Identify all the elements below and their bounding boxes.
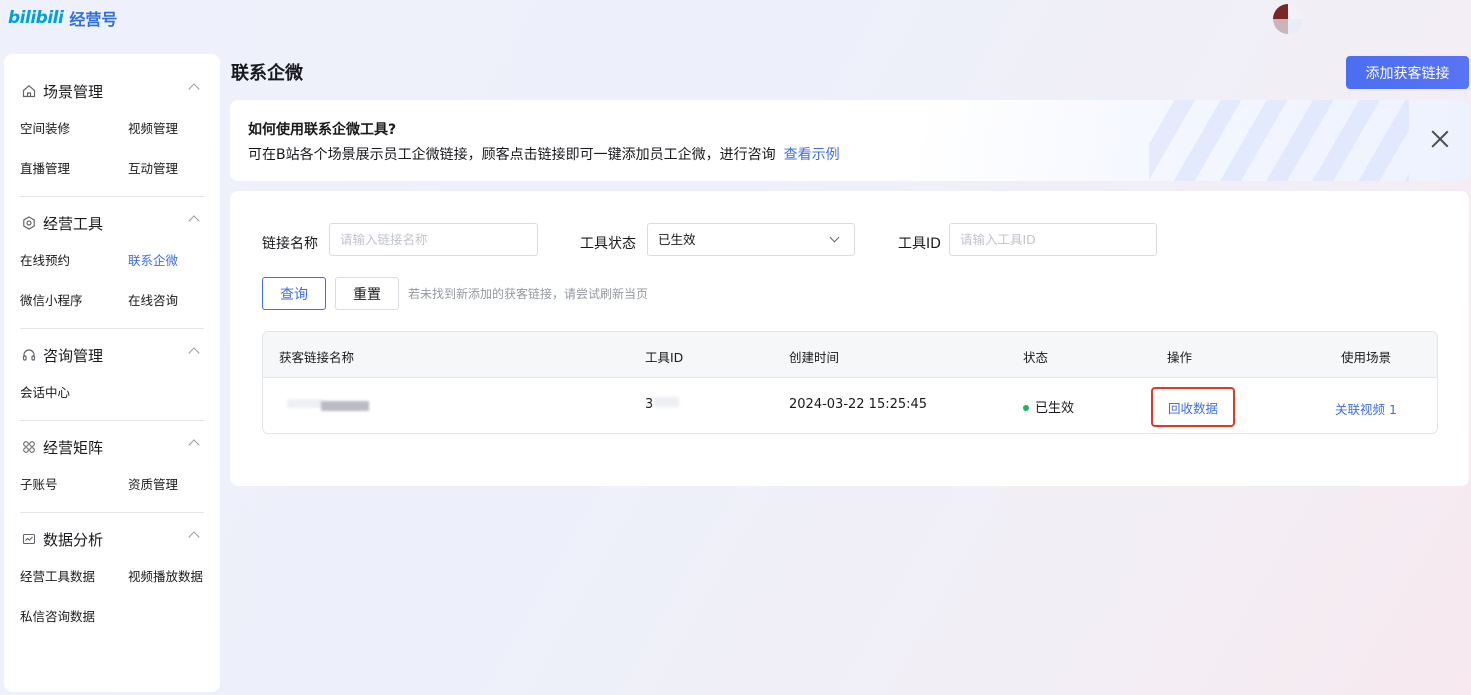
- bilibili-logo: bilibili: [8, 8, 64, 28]
- sidebar-group-header[interactable]: 场景管理: [4, 73, 220, 109]
- chevron-up-icon[interactable]: [188, 531, 200, 543]
- status-label: 工具状态: [580, 236, 636, 252]
- status-dot: [1023, 404, 1029, 411]
- product-name: 经营号: [69, 10, 118, 29]
- sidebar-group-consult: 咨询管理 会话中心: [4, 337, 220, 413]
- status-text: 已生效: [1035, 401, 1075, 416]
- redacted-name: [321, 401, 369, 411]
- content-card: 链接名称 请输入链接名称 工具状态 已生效 工具ID 请输入工具ID 查询 重置…: [230, 191, 1469, 486]
- sidebar-item-online-booking[interactable]: 在线预约: [20, 241, 128, 281]
- table-row: 3 2024-03-22 15:25:45 已生效 回收数据 关联视频 1: [263, 377, 1437, 433]
- divider: [20, 196, 204, 197]
- reset-button[interactable]: 重置: [335, 277, 399, 310]
- chevron-up-icon[interactable]: [188, 347, 200, 359]
- sidebar-item-interaction-manage[interactable]: 互动管理: [128, 149, 228, 189]
- tool-id-input[interactable]: 请输入工具ID: [949, 223, 1157, 256]
- created-time-cell: 2024-03-22 15:25:45: [789, 397, 928, 412]
- tip-description: 可在B站各个场景展示员工企微链接，顾客点击链接即可一键添加员工企微，进行咨询: [248, 147, 776, 163]
- sidebar-group-header[interactable]: 经营矩阵: [4, 429, 220, 465]
- logo[interactable]: bilibili 经营号: [8, 6, 117, 30]
- sidebar-item-contact-wecom[interactable]: 联系企微: [128, 241, 228, 281]
- chevron-up-icon[interactable]: [188, 439, 200, 451]
- sidebar-group-header[interactable]: 咨询管理: [4, 337, 220, 373]
- divider: [20, 420, 204, 421]
- column-header: 工具ID: [645, 350, 684, 365]
- sidebar-item-live-manage[interactable]: 直播管理: [20, 149, 128, 189]
- sidebar-item-chat-center[interactable]: 会话中心: [20, 373, 128, 413]
- links-table: 获客链接名称 工具ID 创建时间 状态 操作 使用场景 3 2024-03-22…: [262, 331, 1438, 434]
- close-icon[interactable]: [1431, 130, 1449, 148]
- refresh-hint: 若未找到新添加的获客链接，请尝试刷新当页: [408, 287, 649, 301]
- status-cell: 已生效: [1023, 397, 1074, 416]
- sidebar: 场景管理 空间装修 视频管理 直播管理 互动管理 经营工具 在线预约 联系企微 …: [4, 54, 220, 692]
- chevron-up-icon[interactable]: [188, 83, 200, 95]
- chart-icon: [21, 532, 36, 547]
- divider: [20, 328, 204, 329]
- column-header: 使用场景: [1341, 350, 1392, 365]
- sidebar-group-header[interactable]: 数据分析: [4, 521, 220, 557]
- sidebar-item-video-play-data[interactable]: 视频播放数据: [128, 557, 228, 597]
- sidebar-item-online-consult[interactable]: 在线咨询: [128, 281, 228, 321]
- link-name-label: 链接名称: [262, 236, 318, 252]
- sidebar-group-scene: 场景管理 空间装修 视频管理 直播管理 互动管理: [4, 73, 220, 189]
- tip-banner: 如何使用联系企微工具? 可在B站各个场景展示员工企微链接，顾客点击链接即可一键添…: [230, 100, 1469, 181]
- linked-video-link[interactable]: 关联视频 1: [1335, 399, 1397, 418]
- grid-icon: [21, 440, 36, 455]
- table-header: 获客链接名称 工具ID 创建时间 状态 操作 使用场景: [263, 332, 1437, 377]
- avatar[interactable]: [1273, 4, 1303, 34]
- column-header: 获客链接名称: [279, 350, 355, 365]
- sidebar-group-analytics: 数据分析 经营工具数据 视频播放数据 私信咨询数据: [4, 521, 220, 637]
- column-header: 创建时间: [789, 350, 840, 365]
- redacted-name: [287, 399, 323, 408]
- tool-id-label: 工具ID: [898, 236, 941, 252]
- sidebar-group-title: 数据分析: [43, 530, 104, 549]
- add-link-button[interactable]: 添加获客链接: [1346, 56, 1469, 89]
- column-header: 操作: [1167, 350, 1193, 365]
- sidebar-item-sub-account[interactable]: 子账号: [20, 465, 128, 505]
- tip-text: 可在B站各个场景展示员工企微链接，顾客点击链接即可一键添加员工企微，进行咨询 查看…: [248, 144, 840, 164]
- sidebar-group-matrix: 经营矩阵 子账号 资质管理: [4, 429, 220, 505]
- recycle-data-link[interactable]: 回收数据: [1151, 387, 1235, 427]
- sidebar-item-wechat-miniprogram[interactable]: 微信小程序: [20, 281, 128, 321]
- sidebar-group-tools: 经营工具 在线预约 联系企微 微信小程序 在线咨询: [4, 205, 220, 321]
- headset-icon: [21, 348, 36, 363]
- sidebar-item-tool-data[interactable]: 经营工具数据: [20, 557, 128, 597]
- sidebar-group-title: 经营工具: [43, 214, 104, 233]
- home-icon: [21, 84, 36, 99]
- status-select[interactable]: 已生效: [647, 223, 855, 256]
- divider: [20, 512, 204, 513]
- sidebar-group-title: 场景管理: [43, 82, 104, 101]
- sidebar-item-dm-consult-data[interactable]: 私信咨询数据: [20, 597, 128, 637]
- sidebar-group-title: 咨询管理: [43, 346, 104, 365]
- sidebar-item-space-decor[interactable]: 空间装修: [20, 109, 128, 149]
- tip-title: 如何使用联系企微工具?: [248, 122, 397, 138]
- sidebar-item-video-manage[interactable]: 视频管理: [128, 109, 228, 149]
- link-name-input[interactable]: 请输入链接名称: [329, 223, 538, 256]
- chevron-up-icon[interactable]: [188, 215, 200, 227]
- chevron-down-icon: [829, 232, 840, 243]
- banner-decoration: [1149, 100, 1409, 181]
- top-bar: bilibili 经营号: [0, 0, 1471, 40]
- view-example-link[interactable]: 查看示例: [784, 147, 840, 163]
- settings-icon: [21, 216, 36, 231]
- status-select-value: 已生效: [658, 232, 696, 247]
- sidebar-item-qualification[interactable]: 资质管理: [128, 465, 228, 505]
- sidebar-group-title: 经营矩阵: [43, 438, 104, 457]
- column-header: 状态: [1023, 350, 1049, 365]
- sidebar-group-header[interactable]: 经营工具: [4, 205, 220, 241]
- page-title: 联系企微: [231, 63, 303, 84]
- redacted-id: [653, 397, 679, 407]
- query-button[interactable]: 查询: [262, 277, 326, 310]
